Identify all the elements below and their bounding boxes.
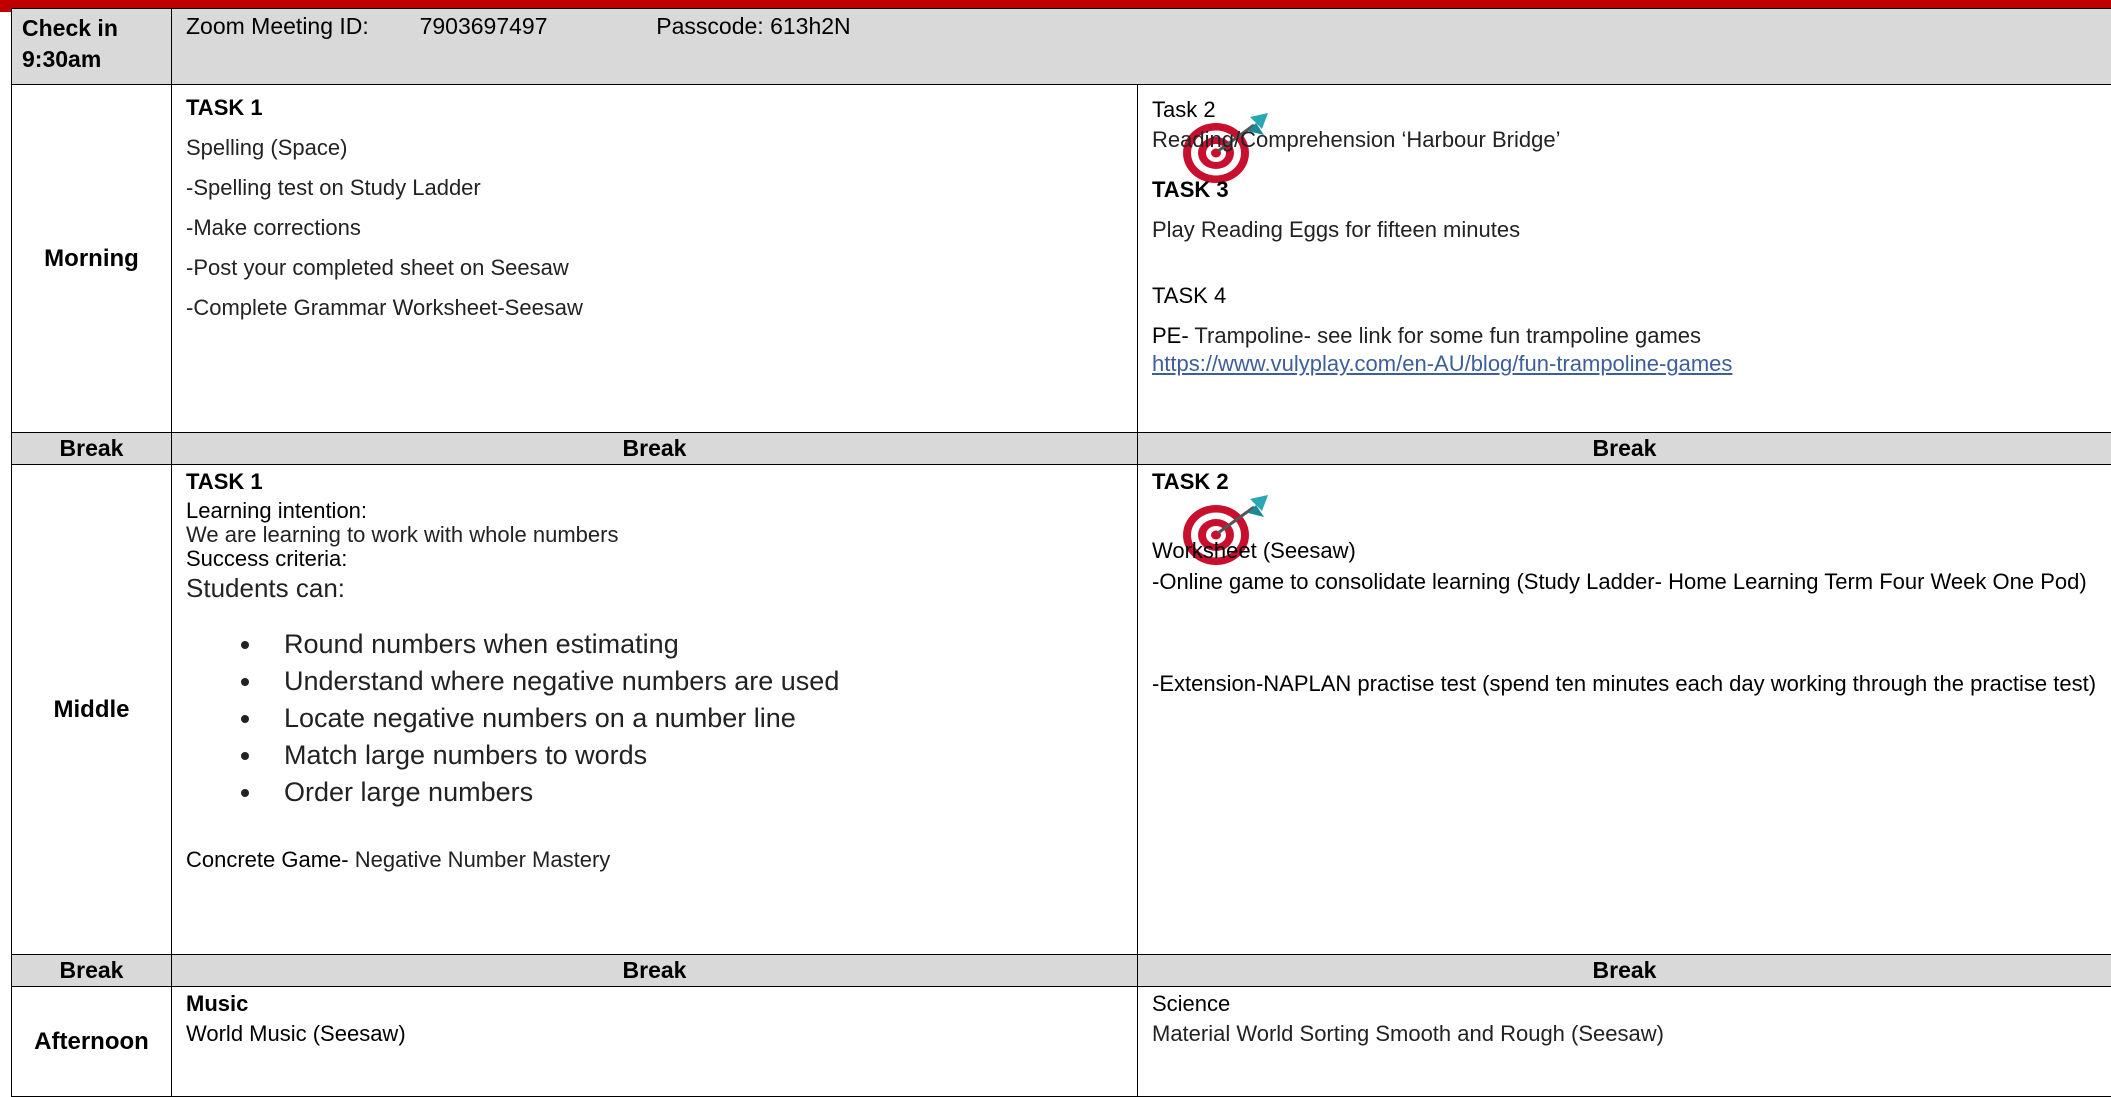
break-row-2: Break Break Break	[12, 955, 2111, 987]
break-label: Break	[172, 433, 1138, 465]
break-label: Break	[12, 955, 172, 987]
checkin-row: Check in 9:30am Zoom Meeting ID: 7903697…	[12, 9, 2111, 85]
zoom-details: Zoom Meeting ID: 7903697497 Passcode: 61…	[172, 9, 2111, 85]
zoom-passcode: Passcode: 613h2N	[656, 13, 850, 39]
morning-task1-item-4: -Complete Grammar Worksheet-Seesaw	[186, 295, 1123, 321]
concrete-game-text: Negative Number Mastery	[349, 847, 611, 872]
science-cell: Science Material World Sorting Smooth an…	[1138, 987, 2111, 1097]
morning-task2-text: Reading/Comprehension ‘Harbour Bridge’	[1152, 127, 2097, 153]
students-can-text: Students can:	[186, 573, 1123, 604]
music-heading: Music	[186, 991, 1123, 1017]
science-heading: Science	[1152, 991, 2097, 1017]
middle-task1-heading: TASK 1	[186, 469, 1123, 495]
online-game-text: -Online game to consolidate learning (St…	[1152, 566, 2097, 598]
zoom-meeting-label: Zoom Meeting ID:	[186, 13, 369, 39]
break-label: Break	[1138, 433, 2111, 465]
morning-label: Morning	[12, 85, 172, 433]
morning-task1-subject: Spelling (Space)	[186, 135, 1123, 161]
criteria-item: Understand where negative numbers are us…	[264, 667, 1123, 696]
concrete-game-label: Concrete Game-	[186, 847, 349, 872]
trampoline-games-link[interactable]: https://www.vulyplay.com/en-AU/blog/fun-…	[1152, 351, 1732, 376]
pe-label: PE-	[1152, 323, 1189, 348]
pe-text: Trampoline- see link for some fun trampo…	[1189, 323, 1701, 348]
middle-label: Middle	[12, 465, 172, 955]
morning-pe-line: PE- Trampoline- see link for some fun tr…	[1152, 323, 2097, 349]
concrete-game-line: Concrete Game- Negative Number Mastery	[186, 847, 1123, 873]
zoom-meeting-id: 7903697497	[420, 13, 548, 39]
success-criteria-label: Success criteria:	[186, 547, 1123, 571]
afternoon-row: Afternoon Music World Music (Seesaw) Sci…	[12, 987, 2111, 1097]
learning-intention-text: We are learning to work with whole numbe…	[186, 523, 1123, 547]
morning-task2-heading: Task 2	[1152, 97, 2097, 123]
break-row-1: Break Break Break	[12, 433, 2111, 465]
middle-task2-cell: TASK 2 Worksheet (Seesaw) -Online game t…	[1138, 465, 2111, 955]
morning-task3-text: Play Reading Eggs for fifteen minutes	[1152, 217, 2097, 243]
break-label: Break	[1138, 955, 2111, 987]
schedule-table: Check in 9:30am Zoom Meeting ID: 7903697…	[11, 8, 2111, 1097]
morning-task1-item-1: -Spelling test on Study Ladder	[186, 175, 1123, 201]
middle-task2-heading: TASK 2	[1152, 469, 2097, 495]
morning-tasks-2-4-cell: Task 2 Reading/Comprehension ‘Harbour Br…	[1138, 85, 2111, 433]
morning-task1-item-3: -Post your completed sheet on Seesaw	[186, 255, 1123, 281]
break-label: Break	[12, 433, 172, 465]
morning-task1-cell: TASK 1 Spelling (Space) -Spelling test o…	[172, 85, 1138, 433]
worksheet-text: Worksheet (Seesaw)	[1152, 535, 2097, 566]
success-criteria-list: Round numbers when estimating Understand…	[186, 630, 1123, 807]
middle-task1-cell: TASK 1 Learning intention: We are learni…	[172, 465, 1138, 955]
checkin-label: Check in 9:30am	[12, 9, 172, 85]
middle-row: Middle TASK 1 Learning intention: We are…	[12, 465, 2111, 955]
morning-row: Morning TASK 1 Spelling (Space) -Spellin…	[12, 85, 2111, 433]
criteria-item: Round numbers when estimating	[264, 630, 1123, 659]
learning-intention-label: Learning intention:	[186, 499, 1123, 523]
music-text: World Music (Seesaw)	[186, 1021, 1123, 1047]
morning-task1-item-2: -Make corrections	[186, 215, 1123, 241]
criteria-item: Order large numbers	[264, 778, 1123, 807]
morning-task4-heading: TASK 4	[1152, 283, 2097, 309]
extension-text: -Extension-NAPLAN practise test (spend t…	[1152, 668, 2097, 700]
music-cell: Music World Music (Seesaw)	[172, 987, 1138, 1097]
morning-task1-heading: TASK 1	[186, 95, 1123, 121]
science-text: Material World Sorting Smooth and Rough …	[1152, 1021, 2097, 1047]
afternoon-label: Afternoon	[12, 987, 172, 1097]
criteria-item: Locate negative numbers on a number line	[264, 704, 1123, 733]
morning-task3-heading: TASK 3	[1152, 177, 2097, 203]
criteria-item: Match large numbers to words	[264, 741, 1123, 770]
break-label: Break	[172, 955, 1138, 987]
